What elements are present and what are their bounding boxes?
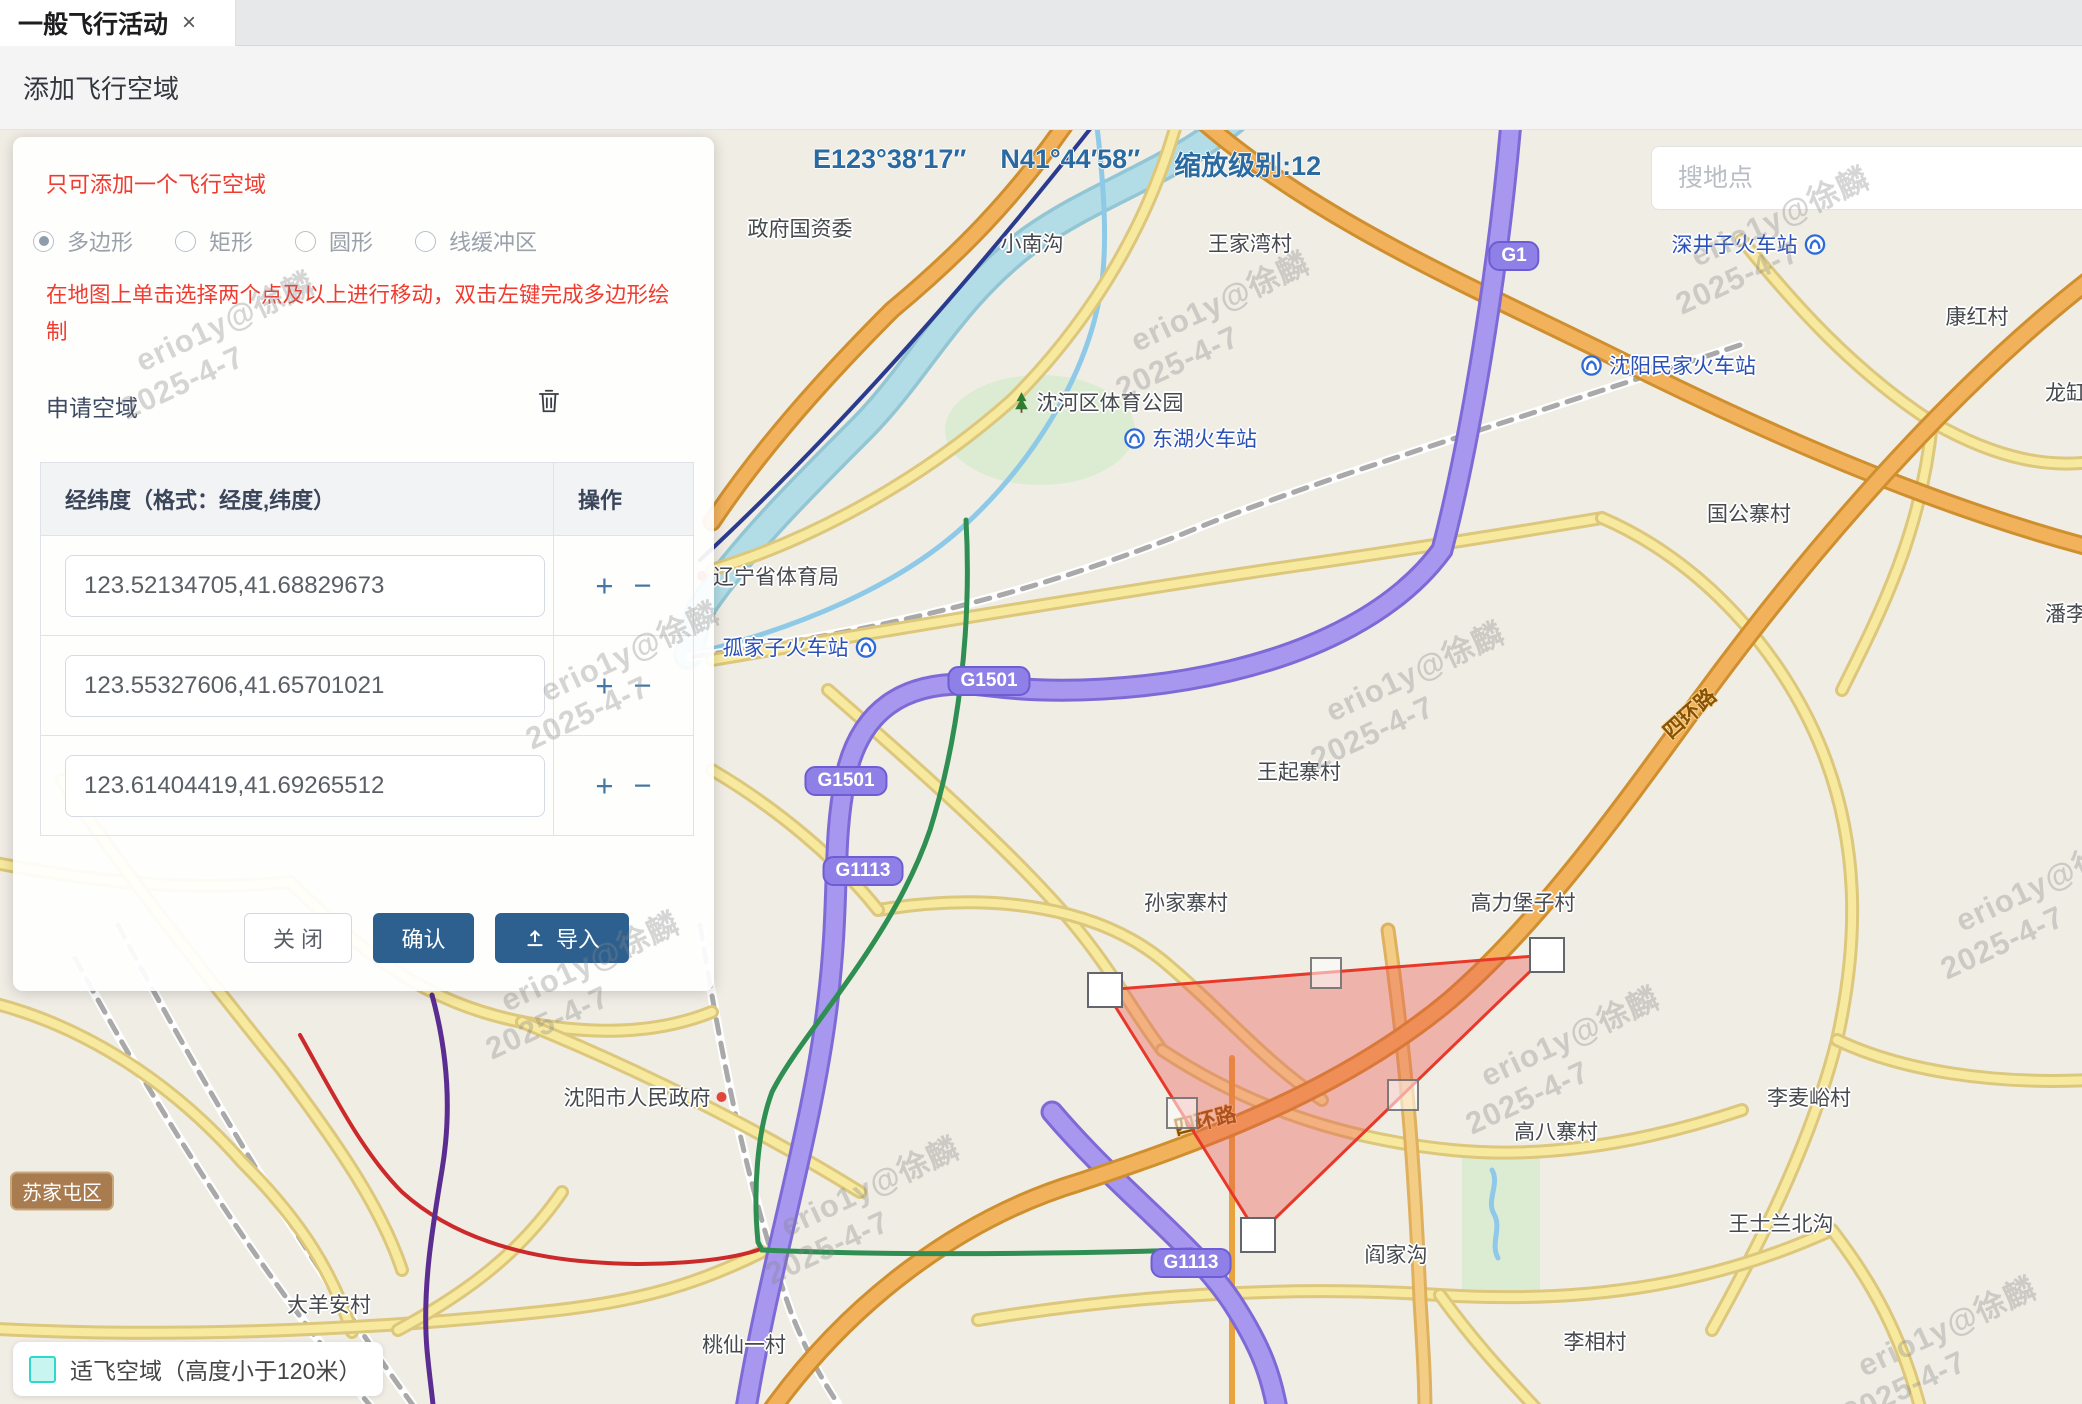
legend-swatch xyxy=(29,1356,56,1383)
tab-close-icon[interactable]: × xyxy=(182,11,196,35)
coordinate-cell xyxy=(41,555,553,617)
polygon-midpoint-handle[interactable] xyxy=(1166,1097,1198,1129)
airspace-legend: 适飞空域（高度小于120米） xyxy=(13,1342,383,1396)
page-title: 添加飞行空域 xyxy=(23,69,179,106)
apply-airspace-row: 申请空域 xyxy=(46,389,681,423)
coordinate-input[interactable] xyxy=(65,655,545,717)
radio-selected-icon[interactable] xyxy=(33,231,54,252)
coordinate-input[interactable] xyxy=(65,755,545,817)
shape-option-2[interactable]: 圆形 xyxy=(295,225,373,257)
coordinate-input[interactable] xyxy=(65,555,545,617)
place-search xyxy=(1651,146,2082,210)
zoom-level-readout: 缩放级别:12 xyxy=(1174,144,1321,183)
radio-unselected-icon[interactable] xyxy=(415,231,436,252)
add-point-button[interactable]: + xyxy=(595,770,613,801)
coordinate-table: 经纬度（格式：经度,纬度） 操作 +−+−+− xyxy=(40,462,694,836)
apply-airspace-title: 申请空域 xyxy=(46,389,138,423)
latitude-readout: N41°44′58″ xyxy=(1000,144,1140,183)
polygon-midpoint-handle[interactable] xyxy=(1310,957,1342,989)
remove-point-button[interactable]: − xyxy=(634,670,652,701)
upload-icon xyxy=(524,927,546,949)
delete-airspace-icon[interactable] xyxy=(536,387,562,415)
shape-option-label: 矩形 xyxy=(209,225,253,257)
add-point-button[interactable]: + xyxy=(595,670,613,701)
shape-option-0[interactable]: 多边形 xyxy=(33,225,133,257)
radio-unselected-icon[interactable] xyxy=(175,231,196,252)
shape-type-radio-group: 多边形 矩形 圆形 线缓冲区 xyxy=(33,225,579,257)
coordinate-cell xyxy=(41,655,553,717)
draw-instruction: 在地图上单击选择两个点及以上进行移动，双击左键完成多边形绘制 xyxy=(46,277,686,351)
radio-unselected-icon[interactable] xyxy=(295,231,316,252)
shape-option-label: 多边形 xyxy=(67,225,133,257)
import-button[interactable]: 导入 xyxy=(495,913,629,963)
operations-column-header: 操作 xyxy=(553,463,693,535)
search-input[interactable] xyxy=(1651,146,2082,210)
tab-bar: 一般飞行活动 × xyxy=(0,0,2082,46)
add-airspace-panel: 只可添加一个飞行空域 多边形 矩形 圆形 线缓冲区 在地图上单击选择两个点及以上进行移… xyxy=(13,137,714,991)
shape-option-label: 圆形 xyxy=(329,225,373,257)
polygon-vertex-handle[interactable] xyxy=(1240,1217,1276,1253)
app-window: 小南沟王家湾村康红村龙缸国公寨村潘李王起寨村孙家寨村高力堡子村李麦峪村高八寨村王… xyxy=(0,0,2082,1404)
coordinate-row: +− xyxy=(41,735,693,835)
import-label: 导入 xyxy=(556,922,600,954)
tab-general-flight-activity[interactable]: 一般飞行活动 × xyxy=(0,0,236,46)
panel-footer-buttons: 关 闭 确认 导入 xyxy=(13,913,714,963)
coordinate-column-header: 经纬度（格式：经度,纬度） xyxy=(41,483,553,515)
coordinate-row: +− xyxy=(41,635,693,735)
operations-cell: +− xyxy=(553,536,693,635)
confirm-button[interactable]: 确认 xyxy=(373,913,474,963)
page-header: 添加飞行空域 xyxy=(0,46,2082,130)
coordinate-cell xyxy=(41,755,553,817)
add-point-button[interactable]: + xyxy=(595,570,613,601)
remove-point-button[interactable]: − xyxy=(634,570,652,601)
longitude-readout: E123°38′17″ xyxy=(813,144,966,183)
close-button[interactable]: 关 闭 xyxy=(244,913,352,963)
shape-option-label: 线缓冲区 xyxy=(449,225,537,257)
shape-option-3[interactable]: 线缓冲区 xyxy=(415,225,537,257)
polygon-vertex-handle[interactable] xyxy=(1087,972,1123,1008)
shape-option-1[interactable]: 矩形 xyxy=(175,225,253,257)
coordinate-row: +− xyxy=(41,535,693,635)
operations-cell: +− xyxy=(553,636,693,735)
operations-cell: +− xyxy=(553,736,693,835)
polygon-vertex-handle[interactable] xyxy=(1529,937,1565,973)
legend-label: 适飞空域（高度小于120米） xyxy=(70,1352,361,1386)
polygon-midpoint-handle[interactable] xyxy=(1387,1079,1419,1111)
tab-title: 一般飞行活动 xyxy=(18,5,168,41)
single-airspace-notice: 只可添加一个飞行空域 xyxy=(46,167,266,199)
map-status-coordinates: E123°38′17″ N41°44′58″ 缩放级别:12 xyxy=(813,144,1321,183)
coordinate-table-header: 经纬度（格式：经度,纬度） 操作 xyxy=(41,463,693,535)
remove-point-button[interactable]: − xyxy=(634,770,652,801)
